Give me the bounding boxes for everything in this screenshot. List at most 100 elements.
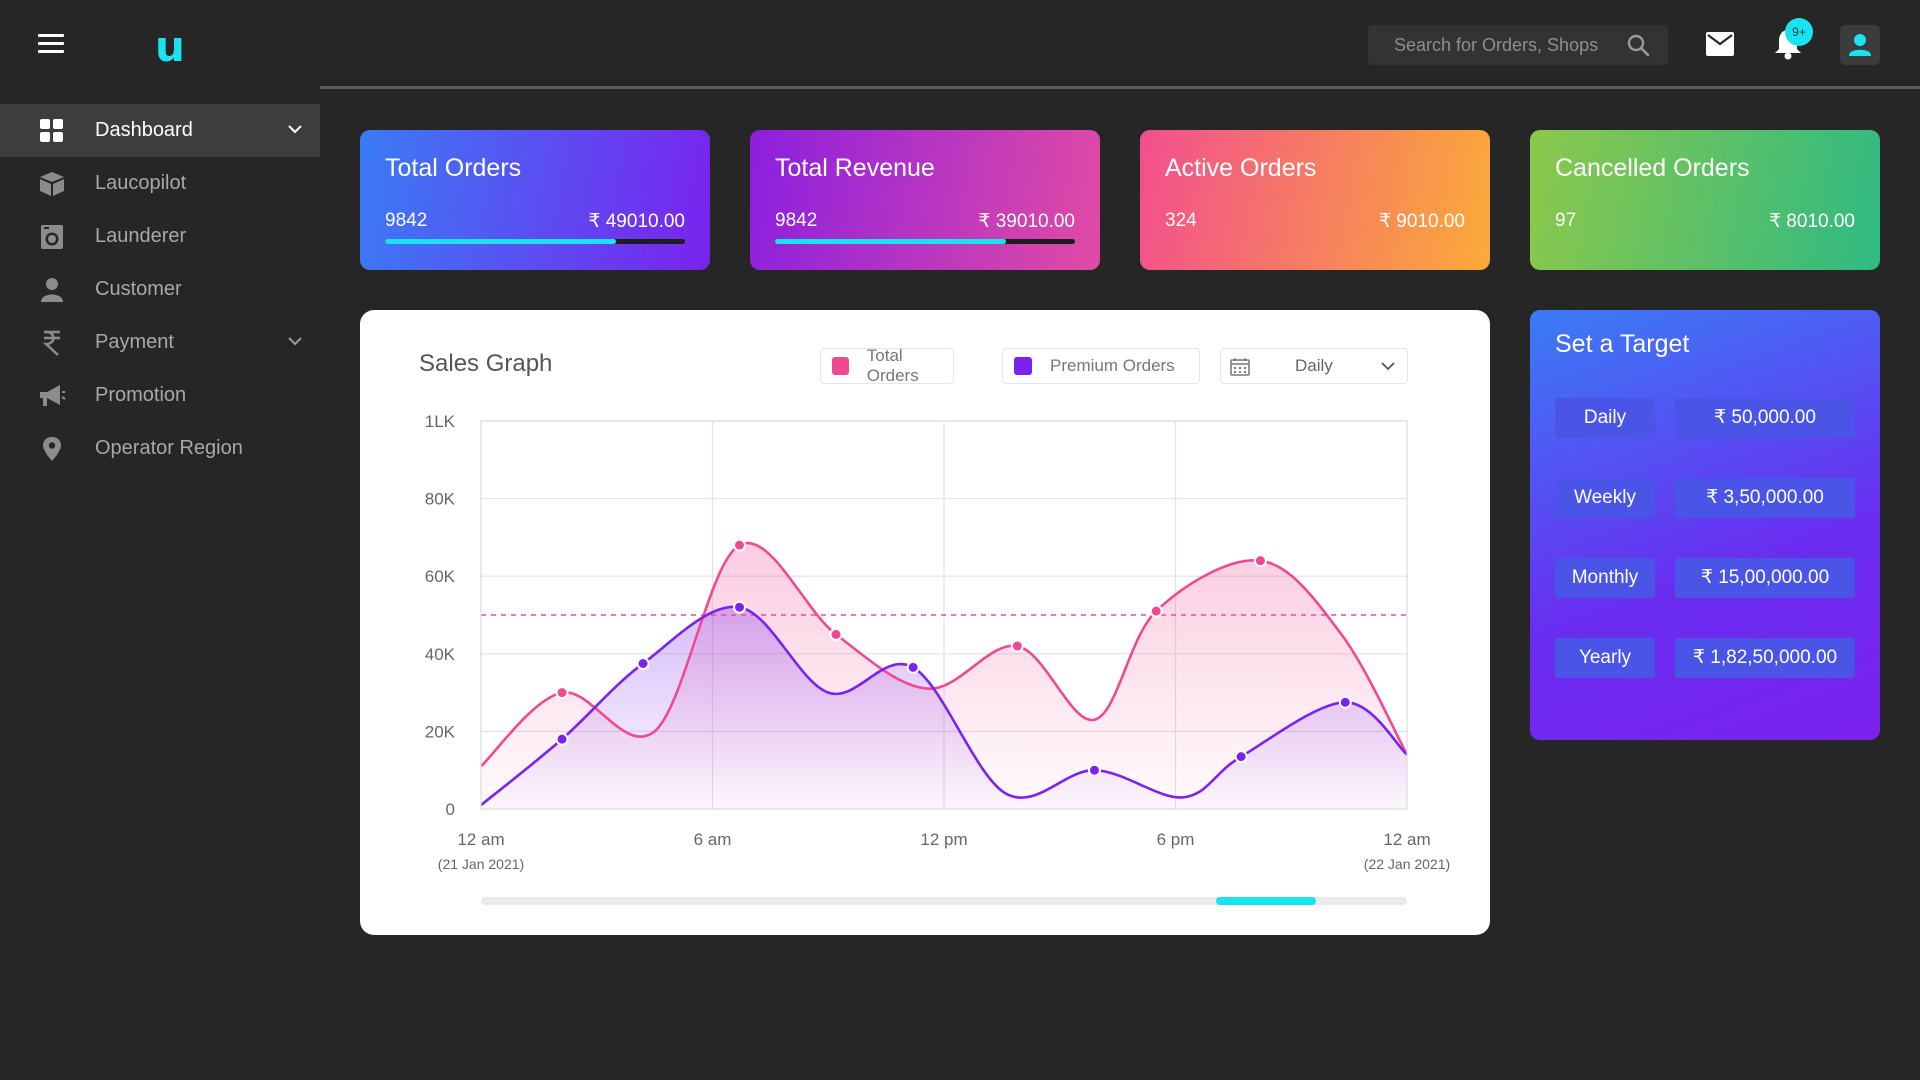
data-point-premium-orders <box>1087 763 1101 777</box>
target-label[interactable]: Monthly <box>1555 558 1655 598</box>
header-divider <box>320 86 1920 89</box>
dashboard-icon <box>40 119 63 142</box>
set-target-panel: Set a Target Daily ₹ 50,000.00 Weekly ₹ … <box>1530 310 1880 740</box>
stat-card-total-orders[interactable]: Total Orders 9842 ₹ 49010.00 <box>360 130 710 270</box>
card-count: 97 <box>1555 210 1577 231</box>
sidebar-item-customer[interactable]: Customer <box>0 263 320 316</box>
target-label[interactable]: Daily <box>1555 398 1655 438</box>
app-logo[interactable]: u <box>155 22 185 71</box>
sidebar-item-label: Customer <box>95 278 182 300</box>
washing-machine-icon <box>41 225 63 249</box>
target-value[interactable]: ₹ 3,50,000.00 <box>1675 478 1855 518</box>
data-point-premium-orders <box>636 657 650 670</box>
chart-scrollbar-thumb[interactable] <box>1216 897 1317 905</box>
card-title: Active Orders <box>1165 154 1317 182</box>
sidebar-item-label: Promotion <box>95 384 187 406</box>
data-point-total-orders <box>555 686 569 700</box>
period-select-value: Daily <box>1295 356 1333 375</box>
sidebar: Dashboard Laucopilot Launderer Customer <box>0 104 320 475</box>
card-count: 9842 <box>385 210 428 231</box>
data-point-premium-orders <box>555 732 569 746</box>
user-icon <box>1849 34 1871 56</box>
search-input[interactable] <box>1394 34 1624 56</box>
stat-card-total-revenue[interactable]: Total Revenue 9842 ₹ 39010.00 <box>750 130 1100 270</box>
sidebar-item-operator-region[interactable]: Operator Region <box>0 422 320 475</box>
data-point-total-orders <box>1253 554 1267 568</box>
target-title: Set a Target <box>1555 330 1690 358</box>
legend-total-orders[interactable]: Total Orders <box>820 346 954 385</box>
box-icon <box>40 172 64 196</box>
x-tick-label: 6 pm <box>1157 830 1195 849</box>
sidebar-item-promotion[interactable]: Promotion <box>0 369 320 422</box>
user-profile-button[interactable] <box>1840 25 1880 65</box>
y-tick-label: 1LK <box>425 412 456 431</box>
graph-title: Sales Graph <box>419 350 553 377</box>
y-tick-label: 60K <box>425 567 456 586</box>
progress-bar-fill <box>385 239 616 244</box>
progress-bar <box>385 239 685 244</box>
stat-card-active-orders[interactable]: Active Orders 324 ₹ 9010.00 <box>1140 130 1490 270</box>
y-tick-label: 40K <box>425 645 456 664</box>
x-tick-label: 12 am <box>1383 830 1430 849</box>
mail-icon[interactable] <box>1706 32 1734 56</box>
card-amount: ₹ 49010.00 <box>588 211 685 232</box>
target-value[interactable]: ₹ 15,00,000.00 <box>1675 558 1855 598</box>
sidebar-item-dashboard[interactable]: Dashboard <box>0 104 320 157</box>
data-point-total-orders <box>1149 604 1163 618</box>
x-tick-label: 6 am <box>694 830 732 849</box>
search-box[interactable] <box>1368 25 1668 65</box>
legend-swatch <box>1014 357 1032 375</box>
card-amount: ₹ 39010.00 <box>978 211 1075 232</box>
legend-label: Premium Orders <box>1050 356 1175 375</box>
search-icon[interactable] <box>1626 33 1650 57</box>
data-point-total-orders <box>1010 639 1024 653</box>
target-value[interactable]: ₹ 50,000.00 <box>1675 398 1855 438</box>
sidebar-item-laucopilot[interactable]: Laucopilot <box>0 157 320 210</box>
legend-swatch <box>832 357 849 375</box>
legend-label: Total Orders <box>866 346 919 385</box>
card-title: Total Orders <box>385 154 522 182</box>
target-row-yearly: Yearly ₹ 1,82,50,000.00 <box>1555 638 1855 678</box>
hamburger-icon[interactable] <box>38 34 64 56</box>
target-row-monthly: Monthly ₹ 15,00,000.00 <box>1555 558 1855 598</box>
notification-badge: 9+ <box>1785 18 1813 46</box>
data-point-premium-orders <box>733 600 747 614</box>
stat-card-cancelled-orders[interactable]: Cancelled Orders 97 ₹ 8010.00 <box>1530 130 1880 270</box>
data-point-premium-orders <box>1234 750 1248 764</box>
data-point-premium-orders <box>1338 695 1352 709</box>
sales-chart: 1LK80K60K40K20K012 am(21 Jan 2021)6 am 12… <box>425 412 1450 872</box>
sidebar-item-payment[interactable]: Payment <box>0 316 320 369</box>
card-count: 9842 <box>775 210 818 231</box>
top-bar: u 9+ <box>0 0 1920 90</box>
card-title: Cancelled Orders <box>1555 154 1750 182</box>
chevron-down-icon[interactable] <box>287 123 303 135</box>
calendar-icon <box>1230 358 1250 376</box>
sidebar-item-launderer[interactable]: Launderer <box>0 210 320 263</box>
y-tick-label: 0 <box>446 800 455 819</box>
chevron-down-icon[interactable] <box>287 335 303 347</box>
target-label[interactable]: Yearly <box>1555 638 1655 678</box>
legend-premium-orders[interactable]: Premium Orders <box>1002 348 1200 384</box>
progress-bar-fill <box>775 239 1006 244</box>
sidebar-item-label: Payment <box>95 331 174 353</box>
data-point-premium-orders <box>906 660 920 674</box>
map-pin-icon <box>43 437 61 461</box>
sidebar-item-label: Dashboard <box>95 119 193 141</box>
card-title: Total Revenue <box>775 154 935 182</box>
target-label[interactable]: Weekly <box>1555 478 1655 518</box>
sidebar-item-label: Laucopilot <box>95 172 187 194</box>
rupee-icon <box>42 330 60 356</box>
progress-bar <box>775 239 1075 244</box>
sidebar-item-label: Operator Region <box>95 437 243 459</box>
x-tick-sublabel: (22 Jan 2021) <box>1364 856 1450 872</box>
sales-graph-panel: 1LK 80K 60K 40K 20K 0 12 am (21 Jan 2021) 6 am 12… <box>360 310 1490 935</box>
period-select[interactable]: Daily <box>1220 348 1408 384</box>
target-value[interactable]: ₹ 1,82,50,000.00 <box>1675 638 1855 678</box>
chevron-down-icon <box>1381 362 1395 371</box>
person-icon <box>41 278 63 302</box>
data-point-total-orders <box>733 538 747 552</box>
y-tick-label: 20K <box>425 722 456 741</box>
card-amount: ₹ 8010.00 <box>1768 211 1855 232</box>
megaphone-icon <box>40 385 66 406</box>
chart-scrollbar[interactable] <box>481 897 1407 905</box>
